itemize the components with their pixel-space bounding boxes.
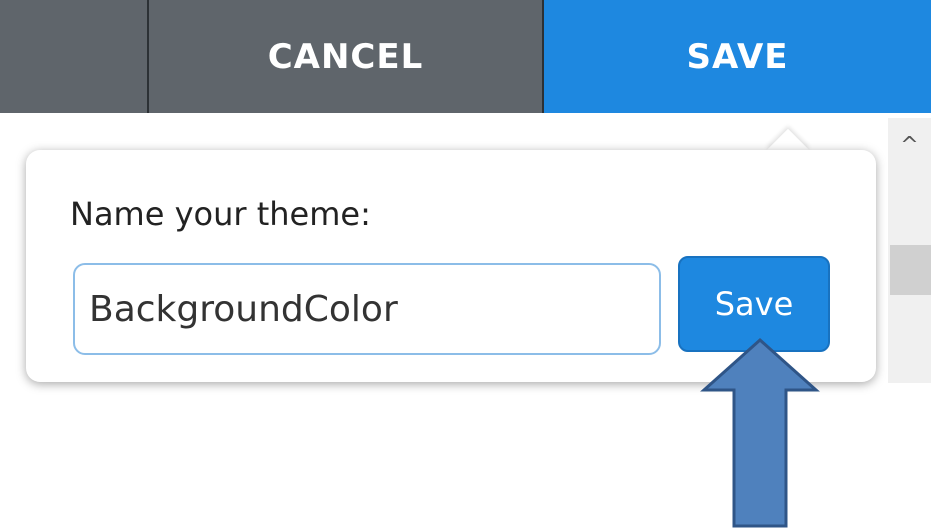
arrow-shape <box>700 337 820 528</box>
popover-caret-cover <box>760 150 820 170</box>
scrollbar-thumb[interactable] <box>890 245 931 295</box>
save-button[interactable]: SAVE <box>544 0 931 113</box>
pointer-arrow-icon <box>700 337 820 528</box>
scroll-up-icon[interactable]: ^ <box>888 125 931 165</box>
toolbar-left-section <box>0 0 147 113</box>
cancel-button[interactable]: CANCEL <box>149 0 544 113</box>
theme-name-label: Name your theme: <box>70 195 371 233</box>
theme-name-input[interactable] <box>73 263 661 355</box>
top-toolbar: CANCEL SAVE <box>0 0 931 113</box>
